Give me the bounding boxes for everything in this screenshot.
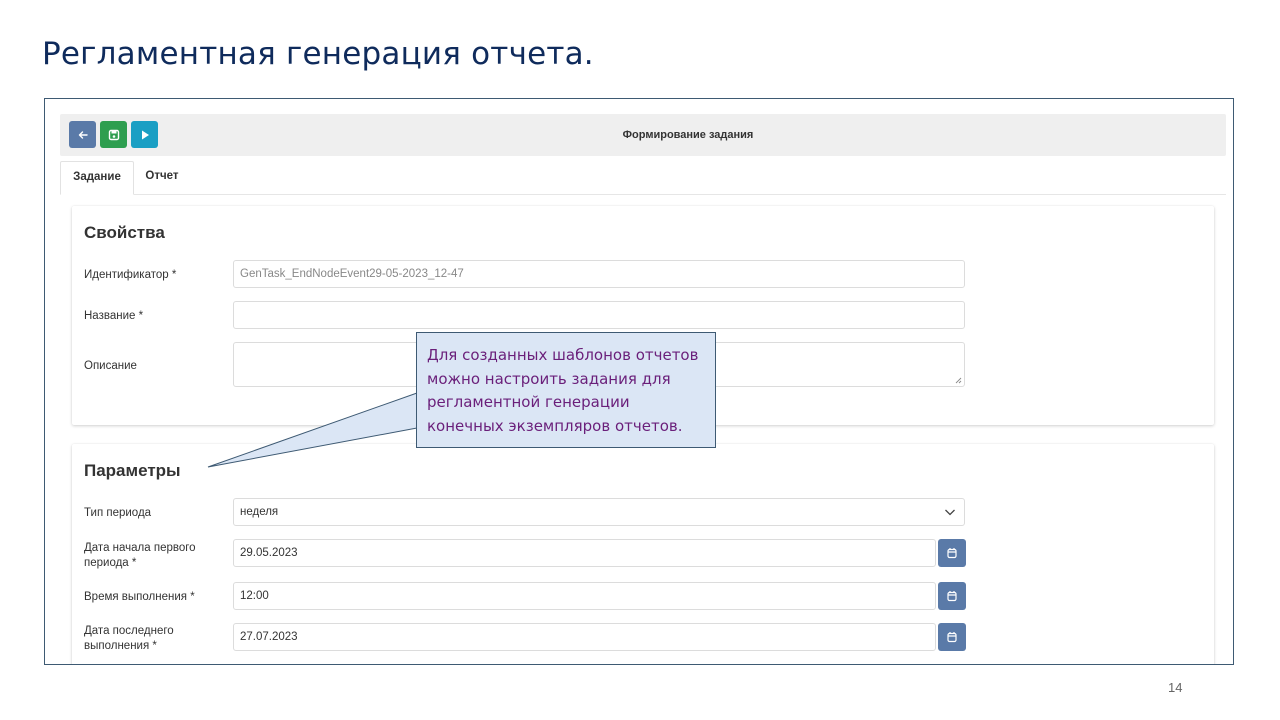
page-number: 14 xyxy=(1168,680,1183,695)
callout-box: Для созданных шаблонов отчетов можно нас… xyxy=(416,332,716,448)
